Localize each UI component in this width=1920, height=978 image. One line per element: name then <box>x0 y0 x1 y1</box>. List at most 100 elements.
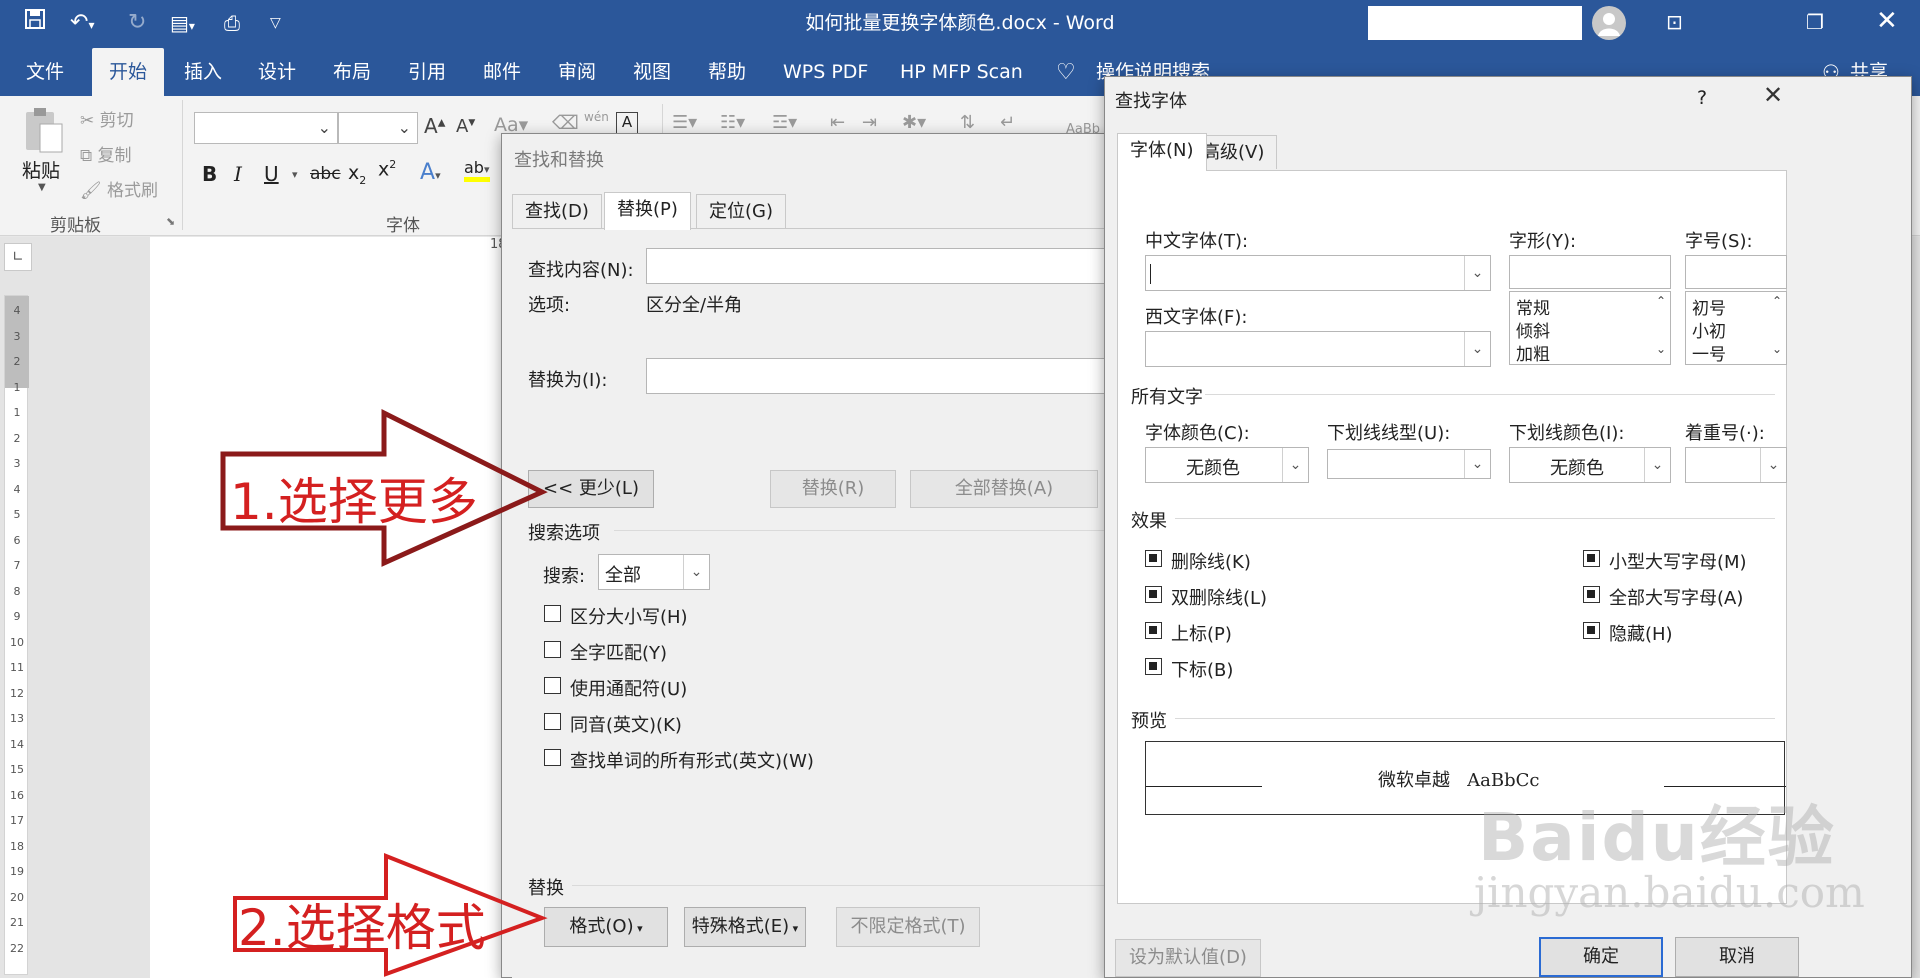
font-size-input[interactable] <box>1685 255 1787 289</box>
tab-find[interactable]: 查找(D) <box>512 194 602 228</box>
small-caps-checkbox[interactable] <box>1583 550 1600 567</box>
close-icon[interactable]: ✕ <box>1763 81 1783 109</box>
set-default-button[interactable]: 设为默认值(D) <box>1115 939 1261 977</box>
tab-file[interactable]: 文件 <box>26 48 64 96</box>
small-caps-label[interactable]: 小型大写字母(M) <box>1609 548 1747 574</box>
tab-help[interactable]: 帮助 <box>708 48 746 96</box>
font-style-list[interactable]: 常规 倾斜 加粗 ⌃ ⌄ <box>1509 291 1671 365</box>
sounds-like-checkbox[interactable] <box>544 713 561 730</box>
list-item[interactable]: 倾斜 <box>1516 317 1550 342</box>
superscript-icon[interactable]: x2 <box>378 158 396 180</box>
help-icon[interactable]: ? <box>1697 87 1707 109</box>
scroll-down-icon[interactable]: ⌄ <box>1656 342 1666 356</box>
all-caps-label[interactable]: 全部大写字母(A) <box>1609 584 1743 610</box>
phonetic-icon[interactable]: wén <box>584 110 609 124</box>
cut-button[interactable]: ✂ 剪切 <box>80 106 134 131</box>
restore-icon[interactable]: ❐ <box>1806 10 1824 34</box>
no-formatting-button[interactable]: 不限定格式(T) <box>836 907 980 947</box>
double-strikethrough-checkbox[interactable] <box>1145 586 1162 603</box>
text-effects-icon[interactable]: A▾ <box>420 160 441 185</box>
paste-label[interactable]: 粘贴 <box>22 156 60 183</box>
chinese-font-select[interactable]: ⌄ <box>1145 255 1491 291</box>
all-caps-checkbox[interactable] <box>1583 586 1600 603</box>
tab-references[interactable]: 引用 <box>408 48 446 96</box>
scroll-up-icon[interactable]: ⌃ <box>1656 294 1666 308</box>
tab-review[interactable]: 审阅 <box>558 48 596 96</box>
list-item[interactable]: 小初 <box>1692 317 1726 342</box>
sounds-like-label[interactable]: 同音(英文)(K) <box>570 711 682 737</box>
list-item[interactable]: 加粗 <box>1516 340 1550 365</box>
save-icon[interactable] <box>24 8 46 39</box>
strikethrough-icon[interactable]: abc <box>310 164 341 184</box>
wildcards-label[interactable]: 使用通配符(U) <box>570 675 687 701</box>
multilevel-list-icon[interactable]: ☲▾ <box>772 112 797 133</box>
tab-goto[interactable]: 定位(G) <box>696 194 786 228</box>
tab-replace[interactable]: 替换(P) <box>604 192 691 230</box>
tab-wps-pdf[interactable]: WPS PDF <box>783 48 868 96</box>
tab-layout[interactable]: 布局 <box>333 48 371 96</box>
font-color-select[interactable]: 无颜色 ⌄ <box>1145 447 1309 483</box>
format-painter-button[interactable]: 🖌 格式刷 <box>80 176 158 201</box>
superscript-label[interactable]: 上标(P) <box>1171 620 1232 646</box>
tab-insert[interactable]: 插入 <box>184 48 222 96</box>
western-font-select[interactable]: ⌄ <box>1145 331 1491 367</box>
customize-icon[interactable]: ▽ <box>270 8 281 38</box>
wildcards-checkbox[interactable] <box>544 677 561 694</box>
sort-icon[interactable]: ⇅ <box>960 112 975 133</box>
font-style-input[interactable] <box>1509 255 1671 289</box>
replace-with-input[interactable] <box>646 358 1140 394</box>
whole-word-checkbox[interactable] <box>544 641 561 658</box>
dialog-launcher-icon[interactable]: ⬊ <box>166 215 175 228</box>
underline-style-select[interactable]: ⌄ <box>1327 449 1491 479</box>
tab-view[interactable]: 视图 <box>633 48 671 96</box>
grow-font-icon[interactable]: A▲ <box>424 114 445 138</box>
whole-word-label[interactable]: 全字匹配(Y) <box>570 639 667 665</box>
font-name-combo[interactable]: ⌄ <box>194 112 338 144</box>
account-name-box[interactable] <box>1368 6 1582 40</box>
hidden-label[interactable]: 隐藏(H) <box>1609 620 1673 646</box>
paste-icon[interactable] <box>20 106 66 156</box>
replace-button[interactable]: 替换(R) <box>770 470 896 508</box>
all-word-forms-checkbox[interactable] <box>544 749 561 766</box>
underline-dropdown-icon[interactable]: ▾ <box>292 168 298 181</box>
ok-button[interactable]: 确定 <box>1539 937 1663 977</box>
special-button[interactable]: 特殊格式(E) ▾ <box>684 907 806 947</box>
print-preview-icon[interactable]: ⎙ <box>224 8 240 38</box>
italic-icon[interactable]: I <box>234 162 242 186</box>
format-painter-icon[interactable]: ▤▾ <box>170 8 195 41</box>
char-border-icon[interactable]: A <box>616 112 638 134</box>
subscript-icon[interactable]: x2 <box>348 162 366 187</box>
superscript-checkbox[interactable] <box>1145 622 1162 639</box>
underline-color-select[interactable]: 无颜色 ⌄ <box>1509 447 1671 483</box>
underline-icon[interactable]: U <box>264 162 279 186</box>
emphasis-mark-select[interactable]: ⌄ <box>1685 447 1787 483</box>
shrink-font-icon[interactable]: A▼ <box>456 116 475 137</box>
undo-icon[interactable]: ↶▾ <box>70 8 94 40</box>
avatar[interactable] <box>1592 6 1626 40</box>
list-item[interactable]: 常规 <box>1516 294 1550 319</box>
paste-dropdown-icon[interactable]: ▼ <box>38 182 46 193</box>
tab-home[interactable]: 开始 <box>92 48 164 96</box>
find-what-input[interactable] <box>646 248 1140 284</box>
font-size-list[interactable]: 初号 小初 一号 ⌃ ⌄ <box>1685 291 1787 365</box>
list-item[interactable]: 一号 <box>1692 340 1726 365</box>
highlight-icon[interactable]: ab▾ <box>464 158 490 182</box>
scroll-up-icon[interactable]: ⌃ <box>1772 294 1782 308</box>
clear-format-icon[interactable]: ⌫ <box>552 112 579 134</box>
ribbon-display-icon[interactable]: ⊡ <box>1666 10 1683 34</box>
tab-design[interactable]: 设计 <box>258 48 296 96</box>
tab-mailings[interactable]: 邮件 <box>483 48 521 96</box>
search-direction-select[interactable]: 全部 ⌄ <box>598 554 710 590</box>
close-icon[interactable]: ✕ <box>1876 6 1898 36</box>
chinese-layout-icon[interactable]: ✱▾ <box>902 112 926 133</box>
copy-button[interactable]: ⧉ 复制 <box>80 141 132 166</box>
double-strikethrough-label[interactable]: 双删除线(L) <box>1171 584 1267 610</box>
list-item[interactable]: 初号 <box>1692 294 1726 319</box>
replace-all-button[interactable]: 全部替换(A) <box>910 470 1098 508</box>
format-button[interactable]: 格式(O) ▾ <box>544 907 668 947</box>
font-size-combo[interactable]: ⌄ <box>338 112 418 144</box>
decrease-indent-icon[interactable]: ⇤ <box>830 112 845 133</box>
show-marks-icon[interactable]: ↵ <box>1000 112 1015 133</box>
hidden-checkbox[interactable] <box>1583 622 1600 639</box>
tab-hp-mfp-scan[interactable]: HP MFP Scan <box>900 48 1023 96</box>
